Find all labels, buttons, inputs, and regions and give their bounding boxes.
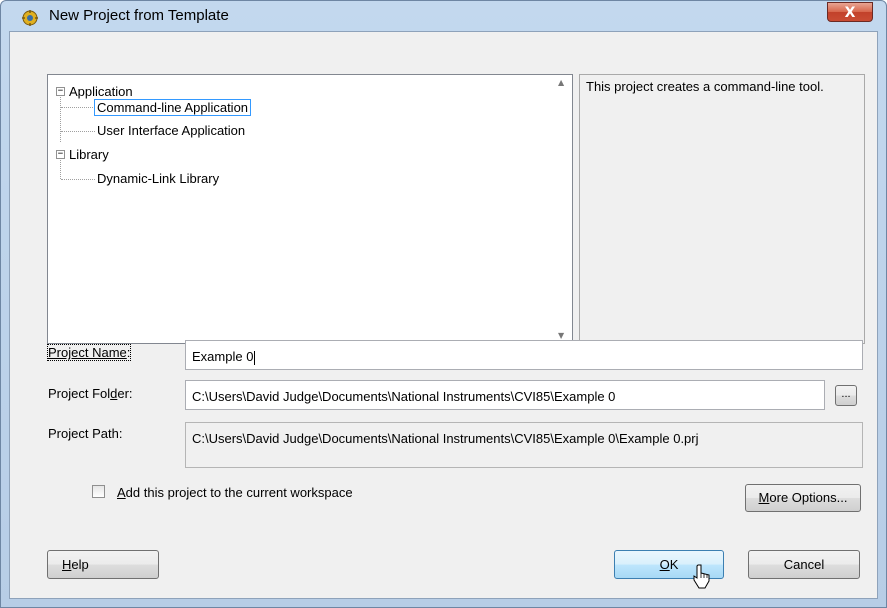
add-to-workspace-label[interactable]: Add this project to the current workspac… bbox=[117, 485, 353, 500]
scroll-down-icon[interactable]: ▼ bbox=[558, 331, 564, 340]
dialog-body: − Application Command-line Application U… bbox=[9, 31, 878, 599]
cancel-label: Cancel bbox=[783, 557, 825, 572]
title-bar[interactable]: New Project from Template X bbox=[1, 1, 886, 31]
project-folder-label: Project Folder: bbox=[48, 386, 133, 401]
project-name-value: Example 0 bbox=[192, 349, 254, 364]
tree-connector bbox=[60, 97, 61, 142]
ok-label-b: K bbox=[669, 557, 679, 572]
project-name-label-text: Project Name bbox=[48, 345, 127, 360]
scroll-up-icon[interactable]: ▲ bbox=[558, 78, 564, 87]
project-folder-label-a: Project Fol bbox=[48, 386, 111, 401]
project-folder-value: C:\Users\David Judge\Documents\National … bbox=[192, 389, 616, 404]
more-options-label-a: M bbox=[758, 490, 770, 505]
help-label-a: H bbox=[62, 557, 72, 572]
tree-connector bbox=[60, 160, 61, 179]
add-to-workspace-label-a: A bbox=[117, 485, 126, 500]
cvi-app-icon bbox=[22, 10, 38, 26]
dialog-window: New Project from Template X − Applicatio… bbox=[0, 0, 887, 608]
tree-item-library[interactable]: Library bbox=[69, 147, 109, 162]
project-folder-label-c: er: bbox=[117, 386, 133, 401]
window-title: New Project from Template bbox=[49, 7, 229, 24]
tree-item-dynamic-link-library[interactable]: Dynamic-Link Library bbox=[97, 171, 219, 186]
cancel-button[interactable]: Cancel bbox=[748, 550, 860, 579]
project-path-field: C:\Users\David Judge\Documents\National … bbox=[185, 422, 863, 468]
template-description: This project creates a command-line tool… bbox=[579, 74, 865, 344]
mouse-pointer-icon bbox=[693, 564, 710, 589]
close-button[interactable]: X bbox=[827, 2, 873, 22]
text-caret bbox=[254, 350, 256, 365]
ok-label-a: O bbox=[659, 557, 670, 572]
project-name-label: Project Name: bbox=[46, 344, 132, 361]
tree-item-user-interface-application[interactable]: User Interface Application bbox=[97, 123, 245, 138]
expand-library-icon[interactable]: − bbox=[56, 150, 65, 159]
project-folder-input[interactable]: C:\Users\David Judge\Documents\National … bbox=[185, 380, 825, 410]
tree-scrollbar[interactable]: ▲ ▼ bbox=[555, 75, 572, 343]
template-tree[interactable]: − Application Command-line Application U… bbox=[47, 74, 573, 344]
project-name-label-colon: : bbox=[126, 345, 131, 360]
add-to-workspace-label-b: dd this project to the current workspace bbox=[125, 485, 353, 500]
ellipsis-icon: ... bbox=[841, 388, 851, 400]
help-label-b: elp bbox=[71, 557, 89, 572]
add-to-workspace-checkbox[interactable] bbox=[92, 485, 105, 498]
tree-item-command-line-application[interactable]: Command-line Application bbox=[94, 99, 252, 116]
project-name-input[interactable]: Example 0 bbox=[185, 340, 863, 370]
browse-folder-button[interactable]: ... bbox=[835, 385, 857, 406]
expand-application-icon[interactable]: − bbox=[56, 87, 65, 96]
tree-connector bbox=[61, 179, 95, 180]
help-button[interactable]: Help bbox=[47, 550, 159, 579]
more-options-label-b: ore Options... bbox=[769, 490, 848, 505]
tree-connector bbox=[61, 131, 95, 132]
tree-connector bbox=[61, 107, 95, 108]
close-icon: X bbox=[844, 5, 856, 21]
tree-item-application[interactable]: Application bbox=[69, 84, 133, 99]
project-path-value: C:\Users\David Judge\Documents\National … bbox=[192, 431, 699, 446]
project-path-label: Project Path: bbox=[48, 426, 123, 441]
more-options-button[interactable]: More Options... bbox=[745, 484, 861, 512]
